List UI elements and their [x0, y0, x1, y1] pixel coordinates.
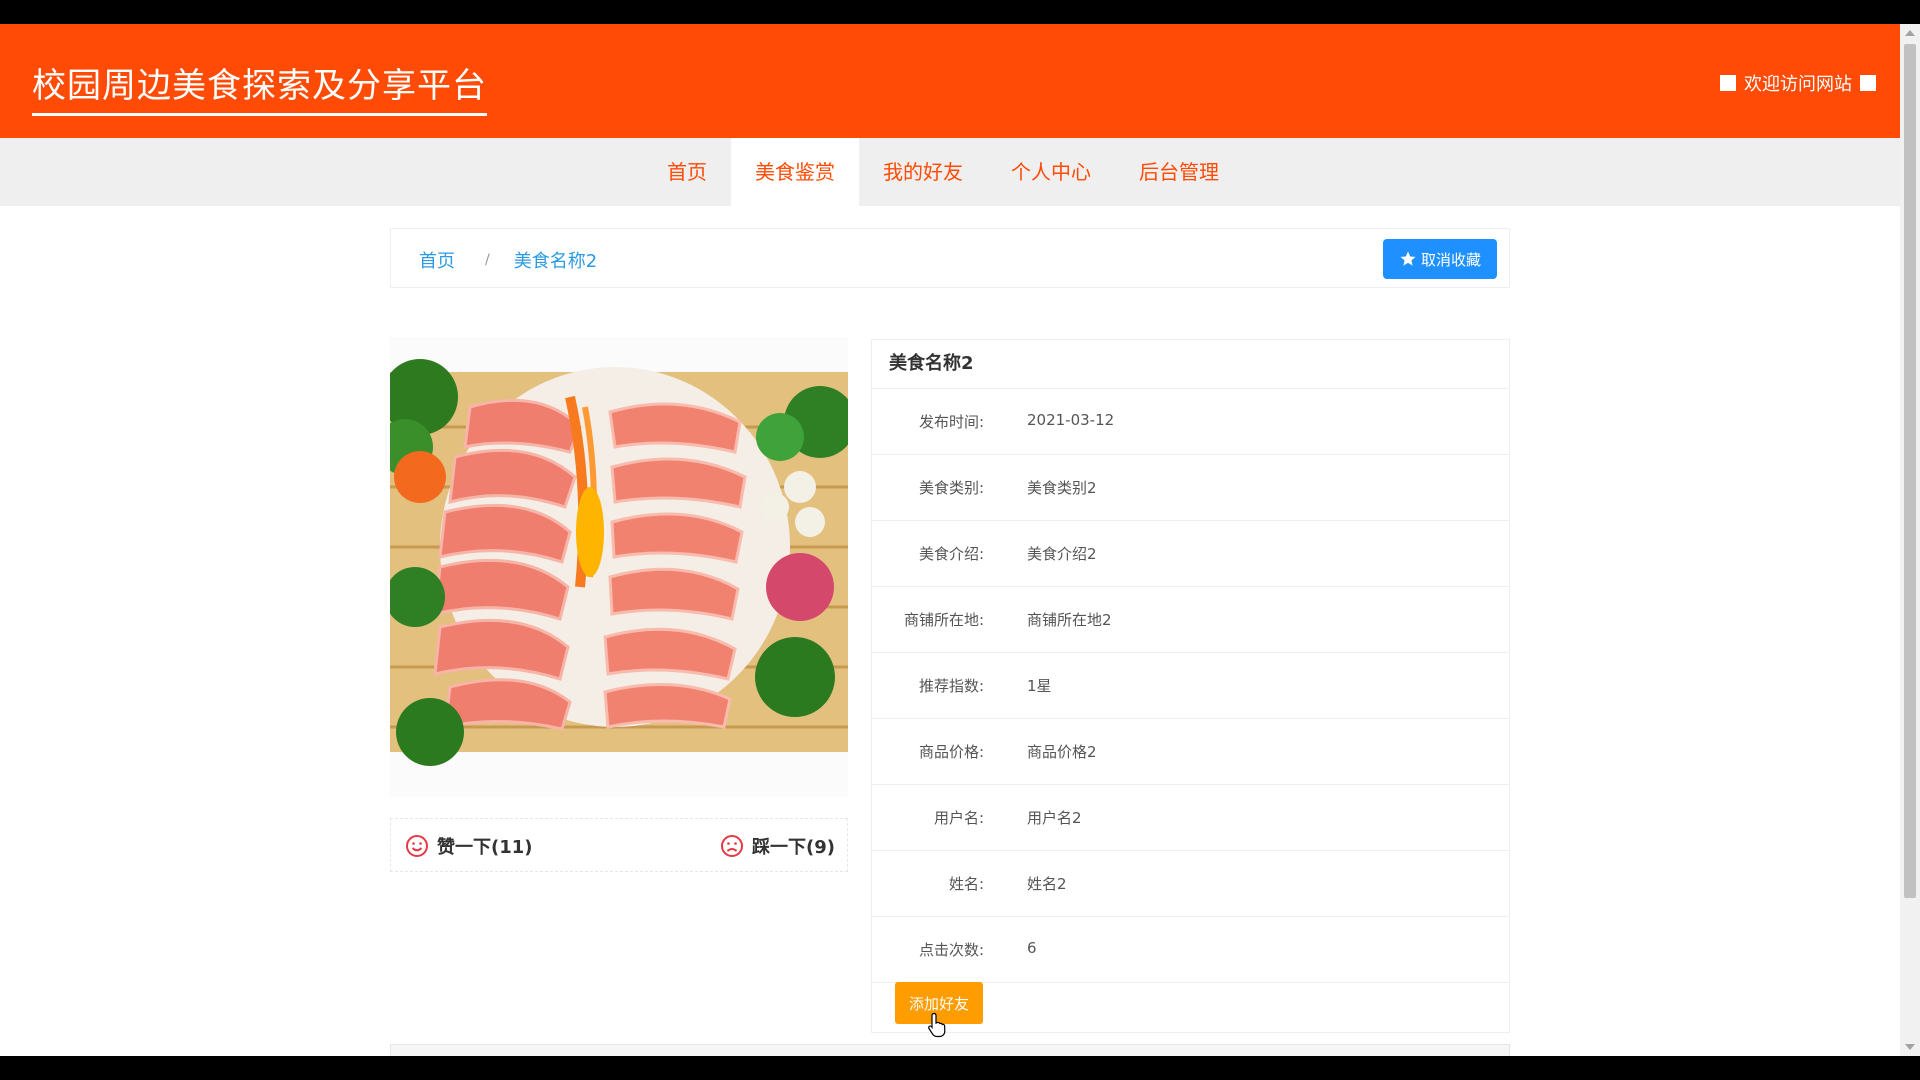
detail-row-shop-location: 商铺所在地: 商铺所在地2 — [872, 587, 1509, 653]
screen-top-border — [0, 0, 1920, 24]
uncollect-label: 取消收藏 — [1420, 251, 1481, 269]
detail-value: 美食介绍2 — [1027, 545, 1097, 563]
breadcrumb-panel: 首页 / 美食名称2 取消收藏 — [390, 228, 1510, 288]
vote-box: 赞一下(11) 踩一下(9) — [390, 818, 848, 872]
nav-item-admin[interactable]: 后台管理 — [1115, 138, 1243, 206]
detail-row-price: 商品价格: 商品价格2 — [872, 719, 1509, 785]
detail-row-category: 美食类别: 美食类别2 — [872, 455, 1509, 521]
breadcrumb-current[interactable]: 美食名称2 — [514, 247, 597, 273]
vertical-scrollbar[interactable] — [1900, 24, 1920, 1056]
scroll-up-icon[interactable] — [1905, 30, 1915, 36]
detail-row-name: 姓名: 姓名2 — [872, 851, 1509, 917]
detail-label: 商铺所在地: — [903, 611, 984, 629]
comment-tab-bar: 评论 — [390, 1044, 1510, 1056]
nav-item-food-appreciation[interactable]: 美食鉴赏 — [731, 138, 859, 206]
frown-icon — [721, 835, 744, 857]
detail-value: 商品价格2 — [1027, 743, 1097, 761]
detail-label: 美食类别: — [918, 479, 984, 497]
scroll-down-icon[interactable] — [1905, 1044, 1915, 1050]
detail-row-rating: 推荐指数: 1星 — [872, 653, 1509, 719]
site-title[interactable]: 校园周边美食探索及分享平台 — [32, 58, 487, 116]
scroll-thumb[interactable] — [1904, 44, 1916, 898]
detail-label: 商品价格: — [918, 743, 984, 761]
breadcrumb-home-link[interactable]: 首页 — [419, 247, 455, 273]
detail-label: 推荐指数: — [918, 677, 984, 695]
detail-row-click-count: 点击次数: 6 — [872, 917, 1509, 983]
detail-value: 用户名2 — [1027, 809, 1082, 827]
nav-item-home[interactable]: 首页 — [643, 138, 731, 206]
detail-label: 点击次数: — [918, 941, 984, 959]
smile-icon — [406, 835, 428, 857]
uncollect-button[interactable]: 取消收藏 — [1383, 239, 1497, 279]
detail-label: 姓名: — [948, 875, 984, 893]
screen-bottom-border — [0, 1056, 1920, 1080]
detail-value: 2021-03-12 — [1027, 411, 1115, 429]
hand-cursor-icon — [928, 1012, 946, 1038]
detail-label: 美食介绍: — [918, 545, 984, 563]
browser-viewport: 校园周边美食探索及分享平台 欢迎访问网站 首页 美食鉴赏 我的好友 个人中心 后… — [0, 24, 1900, 1056]
detail-label: 发布时间: — [918, 413, 984, 431]
detail-value: 1星 — [1027, 677, 1052, 695]
welcome-banner: 欢迎访问网站 — [1720, 70, 1876, 96]
dislike-button[interactable]: 踩一下(9) — [720, 833, 835, 859]
square-icon — [1860, 75, 1876, 91]
square-icon — [1720, 75, 1736, 91]
detail-value: 美食类别2 — [1027, 479, 1097, 497]
food-detail-panel: 美食名称2 发布时间: 2021-03-12 美食类别: 美食类别2 美食介绍:… — [871, 339, 1510, 1033]
detail-value: 商铺所在地2 — [1027, 611, 1112, 629]
breadcrumb: 首页 / 美食名称2 — [419, 247, 597, 273]
breadcrumb-separator: / — [485, 252, 490, 268]
nav-items: 首页 美食鉴赏 我的好友 个人中心 后台管理 — [643, 138, 1243, 206]
like-label: 赞一下(11) — [437, 837, 533, 858]
like-button[interactable]: 赞一下(11) — [405, 833, 533, 859]
detail-row-username: 用户名: 用户名2 — [872, 785, 1509, 851]
detail-value: 6 — [1027, 939, 1037, 957]
detail-label: 用户名: — [933, 809, 984, 827]
star-icon — [1400, 251, 1416, 266]
main-nav: 首页 美食鉴赏 我的好友 个人中心 后台管理 — [0, 138, 1900, 206]
detail-row-publish-time: 发布时间: 2021-03-12 — [872, 389, 1509, 455]
nav-item-my-friends[interactable]: 我的好友 — [859, 138, 987, 206]
site-header: 校园周边美食探索及分享平台 欢迎访问网站 — [0, 24, 1900, 138]
detail-row-introduction: 美食介绍: 美食介绍2 — [872, 521, 1509, 587]
nav-item-personal-center[interactable]: 个人中心 — [987, 138, 1115, 206]
welcome-text: 欢迎访问网站 — [1744, 74, 1852, 95]
food-detail-title: 美食名称2 — [872, 340, 1509, 389]
salmon-sashimi-image — [390, 337, 848, 797]
food-image — [390, 337, 848, 797]
detail-value: 姓名2 — [1027, 875, 1067, 893]
dislike-label: 踩一下(9) — [752, 837, 835, 858]
